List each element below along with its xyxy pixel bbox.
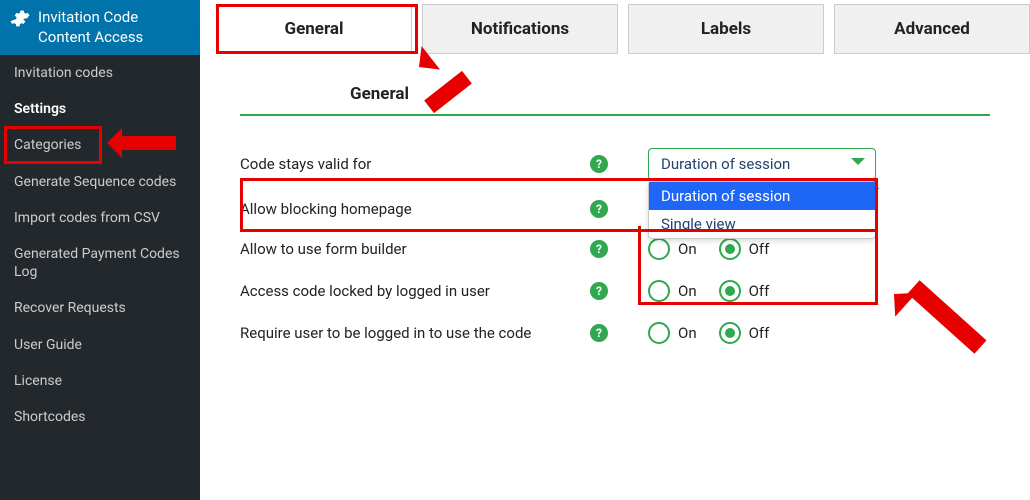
sidebar-item-settings[interactable]: Settings bbox=[0, 91, 200, 127]
radio-on-label: On bbox=[678, 282, 697, 300]
row-locked: Access code locked by logged in user ? O… bbox=[240, 270, 990, 312]
help-icon[interactable]: ? bbox=[590, 155, 608, 173]
radio-on[interactable] bbox=[648, 280, 670, 302]
row-validity: Code stays valid for ? Duration of sessi… bbox=[240, 138, 990, 190]
sidebar-item-user-guide[interactable]: User Guide bbox=[0, 327, 200, 363]
row-formbuilder: Allow to use form builder ? On Off bbox=[240, 228, 990, 270]
select-validity-value: Duration of session bbox=[661, 155, 790, 173]
label-locked: Access code locked by logged in user bbox=[240, 282, 590, 300]
sidebar-item-license[interactable]: License bbox=[0, 363, 200, 399]
section-rule bbox=[240, 114, 990, 116]
label-formbuilder: Allow to use form builder bbox=[240, 240, 590, 258]
label-require-login: Require user to be logged in to use the … bbox=[240, 324, 590, 342]
radio-off[interactable] bbox=[719, 322, 741, 344]
sidebar-item-generate-sequence[interactable]: Generate Sequence codes bbox=[0, 164, 200, 200]
sidebar-item-recover[interactable]: Recover Requests bbox=[0, 290, 200, 326]
chevron-down-icon bbox=[851, 158, 865, 172]
help-icon[interactable]: ? bbox=[590, 200, 608, 218]
tab-labels[interactable]: Labels bbox=[628, 4, 824, 54]
sidebar-item-categories[interactable]: Categories bbox=[0, 127, 200, 163]
help-icon[interactable]: ? bbox=[590, 240, 608, 258]
label-homepage: Allow blocking homepage bbox=[240, 200, 590, 218]
tabs: General Notifications Labels Advanced bbox=[200, 4, 1030, 54]
tab-general[interactable]: General bbox=[216, 4, 412, 54]
sidebar-item-payment-log[interactable]: Generated Payment Codes Log bbox=[0, 236, 200, 290]
dropdown-validity: Duration of session Single view bbox=[648, 181, 876, 239]
radio-off-label: Off bbox=[749, 282, 770, 300]
option-duration[interactable]: Duration of session bbox=[649, 182, 875, 210]
sidebar-item-shortcodes[interactable]: Shortcodes bbox=[0, 399, 200, 435]
help-icon[interactable]: ? bbox=[590, 282, 608, 300]
radio-off[interactable] bbox=[719, 238, 741, 260]
admin-sidebar: Invitation Code Content Access Invitatio… bbox=[0, 0, 200, 500]
row-homepage: Allow blocking homepage ? bbox=[240, 190, 990, 228]
select-validity[interactable]: Duration of session ↖ Duration of sessio… bbox=[648, 148, 876, 180]
radio-off-label: Off bbox=[749, 240, 770, 258]
section-title: General bbox=[240, 84, 990, 114]
help-icon[interactable]: ? bbox=[590, 324, 608, 342]
label-validity: Code stays valid for bbox=[240, 155, 590, 173]
row-require-login: Require user to be logged in to use the … bbox=[240, 312, 990, 354]
sidebar-item-import-csv[interactable]: Import codes from CSV bbox=[0, 200, 200, 236]
radio-off-label: Off bbox=[749, 324, 770, 342]
radio-on-label: On bbox=[678, 324, 697, 342]
radio-on[interactable] bbox=[648, 238, 670, 260]
radio-on-label: On bbox=[678, 240, 697, 258]
radio-off[interactable] bbox=[719, 280, 741, 302]
tab-advanced[interactable]: Advanced bbox=[834, 4, 1030, 54]
main-panel: General Notifications Labels Advanced Ge… bbox=[200, 0, 1030, 500]
settings-content: General Code stays valid for ? Duration … bbox=[200, 54, 1030, 354]
option-single-view[interactable]: Single view bbox=[649, 210, 875, 238]
sidebar-header-title: Invitation Code Content Access bbox=[38, 8, 190, 47]
sidebar-item-invitation-codes[interactable]: Invitation codes bbox=[0, 55, 200, 91]
tab-notifications[interactable]: Notifications bbox=[422, 4, 618, 54]
sidebar-header: Invitation Code Content Access bbox=[0, 0, 200, 55]
gear-icon bbox=[10, 8, 30, 28]
radio-on[interactable] bbox=[648, 322, 670, 344]
